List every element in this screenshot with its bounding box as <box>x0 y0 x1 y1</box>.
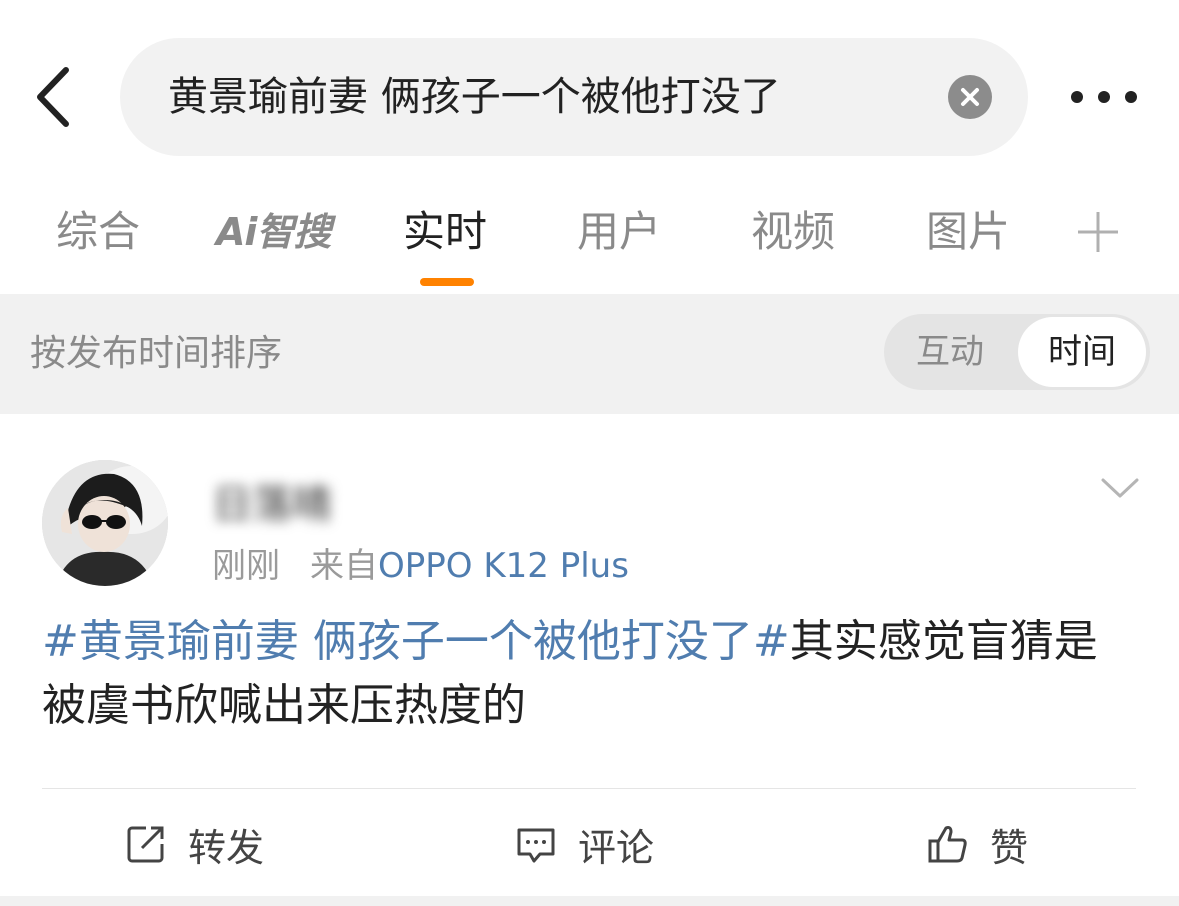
more-options-button[interactable] <box>1068 84 1140 110</box>
back-button[interactable] <box>28 62 84 132</box>
comment-button[interactable]: 评论 <box>514 792 654 896</box>
comment-icon <box>517 828 555 863</box>
post-time: 刚刚 <box>212 546 280 586</box>
post-menu-button[interactable] <box>1100 476 1140 500</box>
tab-images[interactable]: 图片 <box>926 204 1010 260</box>
hashtag-link[interactable]: #黄景瑜前妻 俩孩子一个被他打没了# <box>42 616 790 667</box>
add-tab-button[interactable] <box>1074 208 1122 256</box>
comment-label: 评论 <box>578 825 655 870</box>
tab-videos[interactable]: 视频 <box>751 204 835 260</box>
like-label: 赞 <box>990 825 1029 870</box>
search-query: 黄景瑜前妻 俩孩子一个被他打没了 <box>168 74 781 120</box>
close-icon <box>961 88 979 106</box>
sort-option-interaction[interactable]: 互动 <box>884 314 1016 390</box>
sort-label: 按发布时间排序 <box>30 333 283 374</box>
chevron-down-icon <box>1101 478 1139 498</box>
source-prefix: 来自 <box>310 546 378 586</box>
chevron-left-icon <box>37 67 69 127</box>
post-content: #黄景瑜前妻 俩孩子一个被他打没了#其实感觉盲猜是被虞书欣喊出来压热度的 <box>42 610 1138 738</box>
like-button[interactable]: 赞 <box>926 792 1028 896</box>
post-card[interactable]: 日落晴 刚刚 来自OPPO K12 Plus #黄景瑜前妻 俩孩子一个被他打没了#… <box>0 414 1179 906</box>
tab-comprehensive[interactable]: 综合 <box>56 204 140 260</box>
top-bar: 黄景瑜前妻 俩孩子一个被他打没了 <box>0 0 1179 180</box>
plus-icon <box>1078 212 1118 252</box>
bottom-separator <box>0 896 1179 906</box>
sort-option-time[interactable]: 时间 <box>1018 317 1146 387</box>
active-tab-indicator <box>420 278 474 286</box>
repost-label: 转发 <box>188 825 265 870</box>
divider <box>42 788 1136 789</box>
tab-realtime[interactable]: 实时 <box>403 204 487 260</box>
sort-toggle: 互动 时间 <box>884 314 1150 390</box>
clear-search-button[interactable] <box>948 75 992 119</box>
tab-users[interactable]: 用户 <box>577 204 661 260</box>
search-tabs: 综合 Ai智搜 实时 用户 视频 图片 <box>0 180 1179 294</box>
repost-icon <box>127 826 164 863</box>
more-dots-icon <box>1071 91 1137 103</box>
avatar-image <box>42 460 168 586</box>
repost-button[interactable]: 转发 <box>124 792 264 896</box>
post-meta: 刚刚 来自OPPO K12 Plus <box>212 538 629 587</box>
thumbs-up-icon <box>928 826 967 863</box>
post-actions: 转发 评论 赞 <box>0 792 1179 896</box>
source-device-link[interactable]: OPPO K12 Plus <box>378 546 629 586</box>
tab-ai-search[interactable]: Ai智搜 <box>216 204 331 260</box>
sort-bar: 按发布时间排序 互动 时间 <box>0 294 1179 414</box>
username[interactable]: 日落晴 <box>212 472 332 530</box>
avatar[interactable] <box>42 460 168 586</box>
search-input[interactable]: 黄景瑜前妻 俩孩子一个被他打没了 <box>120 38 1028 156</box>
